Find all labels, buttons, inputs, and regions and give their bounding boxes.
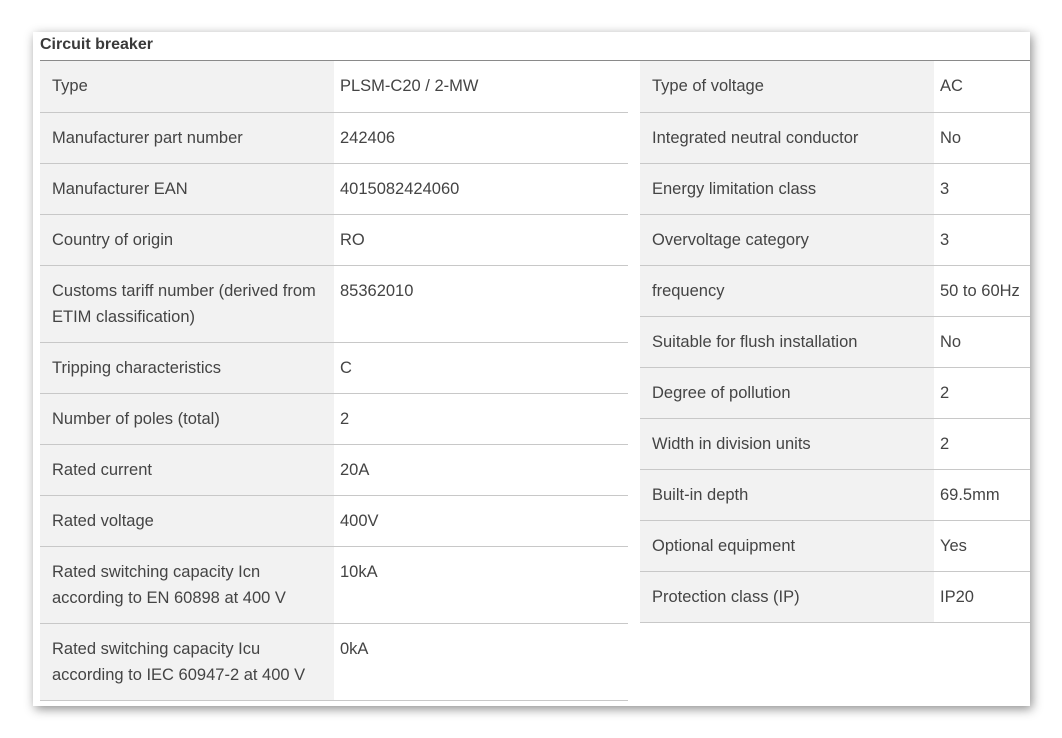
spec-value: 4015082424060 (334, 163, 628, 215)
spec-value: 3 (934, 163, 1030, 215)
spec-value: No (934, 112, 1030, 164)
table-row: Country of origin RO (40, 214, 628, 266)
spec-label: Degree of pollution (640, 367, 934, 419)
spec-table-left: Type PLSM-C20 / 2-MW Manufacturer part n… (40, 61, 628, 701)
table-row: Suitable for flush installation No (640, 316, 1030, 368)
spec-label: Suitable for flush installation (640, 316, 934, 368)
spec-value: 85362010 (334, 265, 628, 343)
table-row: Width in division units 2 (640, 418, 1030, 470)
spec-label: Optional equipment (640, 520, 934, 572)
spec-label: Type (40, 61, 334, 113)
spec-label: Energy limitation class (640, 163, 934, 215)
table-row: Type of voltage AC (640, 61, 1030, 113)
table-row: Rated voltage 400V (40, 495, 628, 547)
spec-value: AC (934, 61, 1030, 113)
table-row: Rated current 20A (40, 444, 628, 496)
table-row: Manufacturer part number 242406 (40, 112, 628, 164)
spec-value: PLSM-C20 / 2-MW (334, 61, 628, 113)
spec-value: 2 (934, 367, 1030, 419)
table-row: Number of poles (total) 2 (40, 393, 628, 445)
spec-label: Integrated neutral conductor (640, 112, 934, 164)
table-row: Tripping characteristics C (40, 342, 628, 394)
spec-value: No (934, 316, 1030, 368)
table-row: Type PLSM-C20 / 2-MW (40, 61, 628, 113)
table-row: Optional equipment Yes (640, 520, 1030, 572)
spec-label: Overvoltage category (640, 214, 934, 266)
spec-value: 2 (934, 418, 1030, 470)
spec-label: Type of voltage (640, 61, 934, 113)
spec-label: Rated current (40, 444, 334, 496)
spec-value: Yes (934, 520, 1030, 572)
spec-value: IP20 (934, 571, 1030, 623)
spec-value: 3 (934, 214, 1030, 266)
spec-label: Tripping characteristics (40, 342, 334, 394)
table-row: Degree of pollution 2 (640, 367, 1030, 419)
spec-label: Manufacturer EAN (40, 163, 334, 215)
circuit-breaker-panel: Circuit breaker Type PLSM-C20 / 2-MW Man… (33, 32, 1030, 706)
spec-table-right: Type of voltage AC Integrated neutral co… (640, 61, 1030, 623)
spec-label: Customs tariff number (derived from ETIM… (40, 265, 334, 343)
table-row: Built-in depth 69.5mm (640, 469, 1030, 521)
spec-label: Manufacturer part number (40, 112, 334, 164)
spec-value: 20A (334, 444, 628, 496)
spec-value: 400V (334, 495, 628, 547)
spec-label: frequency (640, 265, 934, 317)
table-row: Energy limitation class 3 (640, 163, 1030, 215)
spec-value: RO (334, 214, 628, 266)
table-row: Customs tariff number (derived from ETIM… (40, 265, 628, 343)
table-row: Manufacturer EAN 4015082424060 (40, 163, 628, 215)
spec-label: Country of origin (40, 214, 334, 266)
spec-label: Rated voltage (40, 495, 334, 547)
table-row: Rated switching capacity Icn according t… (40, 546, 628, 624)
spec-label: Rated switching capacity Icu according t… (40, 623, 334, 701)
spec-value: 50 to 60Hz (934, 265, 1030, 317)
spec-label: Built-in depth (640, 469, 934, 521)
spec-value: 242406 (334, 112, 628, 164)
table-row: Integrated neutral conductor No (640, 112, 1030, 164)
table-row: Protection class (IP) IP20 (640, 571, 1030, 623)
spec-value: 69.5mm (934, 469, 1030, 521)
spec-label: Rated switching capacity Icn according t… (40, 546, 334, 624)
spec-label: Protection class (IP) (640, 571, 934, 623)
panel-title: Circuit breaker (40, 36, 153, 53)
spec-label: Number of poles (total) (40, 393, 334, 445)
table-row: frequency 50 to 60Hz (640, 265, 1030, 317)
spec-value: 0kA (334, 623, 628, 701)
spec-label: Width in division units (640, 418, 934, 470)
table-row: Overvoltage category 3 (640, 214, 1030, 266)
spec-value: C (334, 342, 628, 394)
table-row: Rated switching capacity Icu according t… (40, 623, 628, 701)
spec-value: 10kA (334, 546, 628, 624)
spec-value: 2 (334, 393, 628, 445)
